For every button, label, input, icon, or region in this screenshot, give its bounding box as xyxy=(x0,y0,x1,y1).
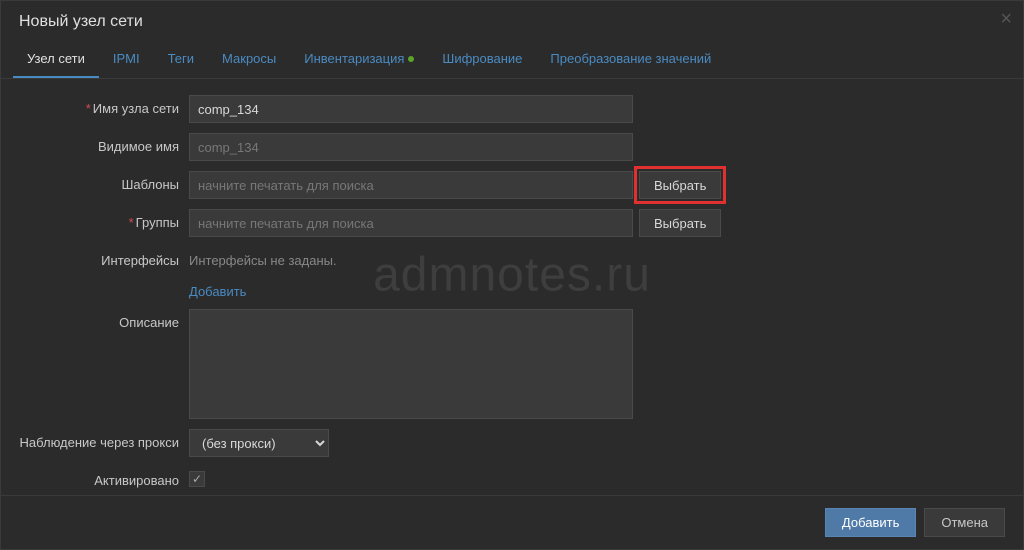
description-textarea[interactable] xyxy=(189,309,633,419)
dialog-footer: Добавить Отмена xyxy=(1,495,1023,549)
groups-select-button[interactable]: Выбрать xyxy=(639,209,721,237)
tab-host[interactable]: Узел сети xyxy=(13,41,99,78)
tab-ipmi[interactable]: IPMI xyxy=(99,41,154,78)
label-host-name: *Имя узла сети xyxy=(19,95,189,116)
tab-value-mapping[interactable]: Преобразование значений xyxy=(536,41,725,78)
add-interface-link[interactable]: Добавить xyxy=(189,284,246,299)
templates-select-button[interactable]: Выбрать xyxy=(639,171,721,199)
tab-label: IPMI xyxy=(113,51,140,66)
tab-label: Преобразование значений xyxy=(550,51,711,66)
label-description: Описание xyxy=(19,309,189,330)
close-icon[interactable]: × xyxy=(1000,8,1012,31)
label-proxy: Наблюдение через прокси xyxy=(19,429,189,450)
row-visible-name: Видимое имя xyxy=(19,133,1005,161)
indicator-dot-icon xyxy=(408,56,414,62)
row-interfaces: Интерфейсы Интерфейсы не заданы. Добавит… xyxy=(19,247,1005,299)
tab-label: Макросы xyxy=(222,51,276,66)
row-groups: *Группы Выбрать xyxy=(19,209,1005,237)
dialog-title: Новый узел сети xyxy=(1,1,1023,41)
submit-button[interactable]: Добавить xyxy=(825,508,916,537)
interfaces-empty-text: Интерфейсы не заданы. xyxy=(189,247,337,268)
tab-label: Узел сети xyxy=(27,51,85,66)
tab-encryption[interactable]: Шифрование xyxy=(428,41,536,78)
tab-macros[interactable]: Макросы xyxy=(208,41,290,78)
tab-label: Шифрование xyxy=(442,51,522,66)
tab-label: Инвентаризация xyxy=(304,51,404,66)
row-proxy: Наблюдение через прокси (без прокси) xyxy=(19,429,1005,457)
label-visible-name: Видимое имя xyxy=(19,133,189,154)
cancel-button[interactable]: Отмена xyxy=(924,508,1005,537)
row-activated: Активировано xyxy=(19,467,1005,488)
templates-input[interactable] xyxy=(189,171,633,199)
groups-input[interactable] xyxy=(189,209,633,237)
label-groups: *Группы xyxy=(19,209,189,230)
row-templates: Шаблоны Выбрать xyxy=(19,171,1005,199)
activated-checkbox[interactable] xyxy=(189,471,205,487)
label-templates: Шаблоны xyxy=(19,171,189,192)
label-activated: Активировано xyxy=(19,467,189,488)
tab-inventory[interactable]: Инвентаризация xyxy=(290,41,428,78)
form-body: *Имя узла сети Видимое имя Шаблоны Выбра… xyxy=(1,79,1023,495)
tab-label: Теги xyxy=(168,51,194,66)
tab-tags[interactable]: Теги xyxy=(154,41,208,78)
tabs: Узел сети IPMI Теги Макросы Инвентаризац… xyxy=(1,41,1023,79)
proxy-select[interactable]: (без прокси) xyxy=(189,429,329,457)
host-name-input[interactable] xyxy=(189,95,633,123)
row-description: Описание xyxy=(19,309,1005,419)
new-host-dialog: × Новый узел сети Узел сети IPMI Теги Ма… xyxy=(0,0,1024,550)
label-interfaces: Интерфейсы xyxy=(19,247,189,268)
visible-name-input[interactable] xyxy=(189,133,633,161)
row-host-name: *Имя узла сети xyxy=(19,95,1005,123)
